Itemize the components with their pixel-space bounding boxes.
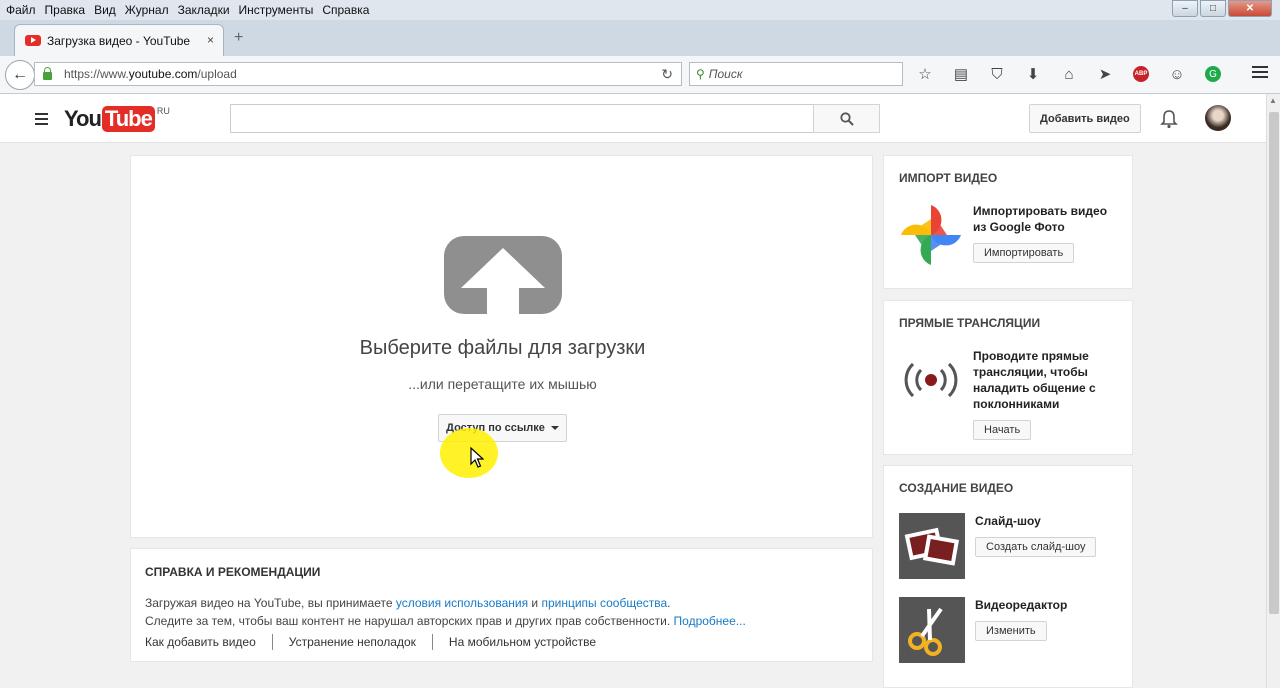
- guidelines-link[interactable]: принципы сообщества: [541, 596, 667, 610]
- slideshow-text: Слайд-шоу: [975, 514, 1041, 528]
- notifications-bell-icon[interactable]: [1160, 109, 1178, 134]
- close-window-icon[interactable]: ✕: [1228, 0, 1272, 17]
- help-title: СПРАВКА И РЕКОМЕНДАЦИИ: [145, 565, 321, 579]
- downloads-icon[interactable]: ⬇: [1022, 64, 1044, 84]
- live-broadcast-icon: [899, 348, 963, 412]
- start-live-button[interactable]: Начать: [973, 420, 1032, 440]
- menu-history[interactable]: Журнал: [125, 3, 169, 17]
- live-title: ПРЯМЫЕ ТРАНСЛЯЦИИ: [899, 316, 1041, 330]
- back-button[interactable]: ←: [5, 60, 35, 90]
- create-title: СОЗДАНИЕ ВИДЕО: [899, 481, 1014, 495]
- troubleshooting-link[interactable]: Устранение неполадок: [289, 634, 433, 650]
- help-terms-line: Загружая видео на YouTube, вы принимаете…: [145, 596, 671, 610]
- import-video-card: ИМПОРТ ВИДЕО Импортировать видео из Goog…: [883, 155, 1133, 289]
- help-copyright-line: Следите за тем, чтобы ваш контент не нар…: [145, 614, 746, 628]
- youtube-search-input[interactable]: [230, 104, 814, 133]
- live-streaming-card: ПРЯМЫЕ ТРАНСЛЯЦИИ Проводите прямые транс…: [883, 300, 1133, 455]
- upload-subtitle: ...или перетащите их мышью: [408, 376, 597, 392]
- scroll-up-icon[interactable]: ▲: [1269, 96, 1277, 105]
- youtube-favicon-icon: [25, 35, 41, 46]
- learn-more-link[interactable]: Подробнее...: [674, 614, 746, 628]
- edit-video-button[interactable]: Изменить: [975, 621, 1047, 641]
- add-video-button[interactable]: Добавить видео: [1029, 104, 1141, 133]
- chat-icon[interactable]: ☺: [1166, 64, 1188, 84]
- import-button[interactable]: Импортировать: [973, 243, 1075, 263]
- reading-list-icon[interactable]: ▤: [950, 64, 972, 84]
- tab-strip: Загрузка видео - YouTube × +: [0, 20, 1280, 56]
- lock-icon: [43, 67, 52, 80]
- send-icon[interactable]: ➤: [1094, 64, 1116, 84]
- menu-bar: Файл Правка Вид Журнал Закладки Инструме…: [0, 0, 1280, 20]
- upload-arrow-icon[interactable]: [444, 236, 562, 314]
- mobile-upload-link[interactable]: На мобильном устройстве: [449, 634, 612, 650]
- live-text: Проводите прямые трансляции, чтобы налад…: [973, 349, 1096, 411]
- create-video-card: СОЗДАНИЕ ВИДЕО Слайд-шоу Создать слайд-ш…: [883, 465, 1133, 688]
- youtube-search-button[interactable]: [813, 104, 880, 133]
- video-editor-scissors-icon: [899, 597, 965, 663]
- maximize-icon[interactable]: □: [1200, 0, 1226, 17]
- new-tab-icon[interactable]: +: [234, 29, 243, 47]
- menu-file[interactable]: Файл: [6, 3, 36, 17]
- back-arrow-icon: ←: [12, 66, 28, 83]
- help-card: СПРАВКА И РЕКОМЕНДАЦИИ Загружая видео на…: [130, 548, 873, 662]
- guide-menu-icon[interactable]: [35, 113, 48, 128]
- bookmark-star-icon[interactable]: ☆: [914, 64, 936, 84]
- menu-tools[interactable]: Инструменты: [239, 3, 314, 17]
- menu-edit[interactable]: Правка: [45, 3, 86, 17]
- import-title: ИМПОРТ ВИДЕО: [899, 171, 998, 185]
- terms-link[interactable]: условия использования: [396, 596, 528, 610]
- youtube-header: You Tube RU Добавить видео: [0, 94, 1266, 143]
- page-scrollbar[interactable]: ▲: [1266, 94, 1280, 688]
- address-bar[interactable]: https://www.youtube.com/upload ↻: [34, 62, 682, 86]
- navigation-bar: ← https://www.youtube.com/upload ↻ ⚲ Пои…: [0, 56, 1280, 94]
- upload-dropzone[interactable]: Выберите файлы для загрузки ...или перет…: [130, 155, 873, 538]
- how-to-upload-link[interactable]: Как добавить видео: [145, 634, 273, 650]
- tab-close-icon[interactable]: ×: [207, 33, 214, 47]
- search-engine-icon: ⚲: [696, 67, 705, 81]
- editor-text: Видеоредактор: [975, 598, 1068, 612]
- grammarly-icon[interactable]: G: [1202, 64, 1224, 84]
- toolbar-icons: ☆ ▤ ⛉ ⬇ ⌂ ➤ ABP ☺ G: [914, 64, 1238, 84]
- reload-icon[interactable]: ↻: [661, 66, 673, 83]
- minimize-icon[interactable]: –: [1172, 0, 1198, 17]
- menu-help[interactable]: Справка: [322, 3, 369, 17]
- youtube-logo[interactable]: You Tube RU: [64, 106, 170, 132]
- adblock-icon[interactable]: ABP: [1130, 64, 1152, 84]
- search-placeholder: Поиск: [708, 67, 743, 81]
- scrollbar-thumb[interactable]: [1269, 112, 1279, 614]
- tab-youtube-upload[interactable]: Загрузка видео - YouTube ×: [14, 24, 224, 56]
- url-text: https://www.youtube.com/upload: [64, 67, 237, 81]
- menu-bookmarks[interactable]: Закладки: [178, 3, 230, 17]
- cursor-highlight: [440, 428, 498, 478]
- window-controls: – □ ✕: [1172, 0, 1272, 17]
- browser-menu-icon[interactable]: [1252, 66, 1268, 81]
- help-links: Как добавить видео Устранение неполадок …: [145, 634, 858, 650]
- home-icon[interactable]: ⌂: [1058, 64, 1080, 84]
- chevron-down-icon: [550, 426, 559, 430]
- tab-title: Загрузка видео - YouTube: [47, 33, 191, 48]
- browser-search-bar[interactable]: ⚲ Поиск: [689, 62, 903, 86]
- upload-title: Выберите файлы для загрузки: [359, 337, 646, 359]
- google-photos-icon: [899, 203, 963, 267]
- account-avatar[interactable]: [1205, 105, 1231, 131]
- menu-view[interactable]: Вид: [94, 3, 116, 17]
- pocket-icon[interactable]: ⛉: [986, 64, 1008, 84]
- search-icon: [839, 111, 854, 126]
- create-slideshow-button[interactable]: Создать слайд-шоу: [975, 537, 1097, 557]
- slideshow-icon: [899, 513, 965, 579]
- import-text: Импортировать видео из Google Фото: [973, 204, 1108, 234]
